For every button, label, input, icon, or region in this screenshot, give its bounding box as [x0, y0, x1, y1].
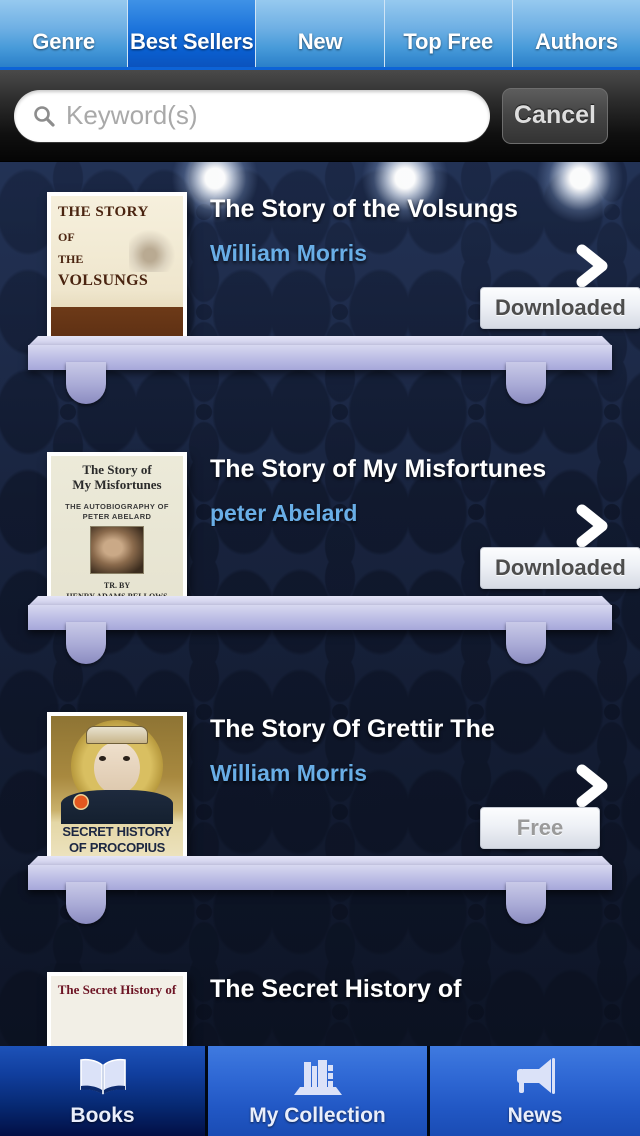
cover-crown-icon	[86, 726, 148, 744]
book-status-button[interactable]: Free	[480, 807, 600, 849]
tab-best-sellers-label: Best Sellers	[130, 29, 254, 54]
cover-line-1: The Secret History of	[57, 982, 177, 997]
search-icon	[32, 104, 56, 128]
chevron-right-icon[interactable]	[572, 504, 612, 548]
cover-line-2: THE AUTOBIOGRAPHY OF PETER ABELARD	[65, 502, 169, 522]
chevron-right-icon[interactable]	[572, 244, 612, 288]
search-input[interactable]	[66, 100, 490, 131]
book-cover[interactable]: The Secret History of	[47, 972, 187, 1046]
bottom-tab-news[interactable]: News	[430, 1046, 640, 1136]
book-row[interactable]: The Story of My Misfortunes THE AUTOBIOGR…	[0, 422, 640, 682]
book-status-button[interactable]: Downloaded	[480, 547, 640, 589]
book-title: The Story of the Volsungs	[210, 196, 518, 223]
cover-line-1: SECRET HISTORY	[62, 824, 172, 839]
book-title: The Story Of Grettir The	[210, 716, 495, 743]
cover-face-icon	[94, 742, 140, 794]
cover-brooch-icon	[73, 794, 89, 810]
book-cover[interactable]: SECRET HISTORY OF PROCOPIUS NEWLY TRANSL…	[47, 712, 187, 872]
book-list[interactable]: THE STORY OF THE VOLSUNGS The Story of t…	[0, 162, 640, 1046]
book-status-button[interactable]: Downloaded	[480, 287, 640, 329]
cover-line-2: OF	[58, 230, 75, 244]
bottom-tab-my-collection[interactable]: My Collection	[208, 1046, 430, 1136]
search-field[interactable]	[14, 89, 490, 142]
book-row[interactable]: THE STORY OF THE VOLSUNGS The Story of t…	[0, 162, 640, 422]
cover-line-1: The Story of My Misfortunes	[72, 462, 162, 492]
tab-top-free[interactable]: Top Free	[384, 0, 513, 67]
book-cover[interactable]: The Story of My Misfortunes THE AUTOBIOGR…	[47, 452, 187, 612]
book-author: William Morris	[210, 760, 367, 786]
cancel-button-label: Cancel	[514, 101, 596, 129]
book-cover[interactable]: THE STORY OF THE VOLSUNGS	[47, 192, 187, 352]
shelf-peg	[66, 622, 106, 664]
shelf-peg	[506, 362, 546, 404]
shelf-peg	[506, 882, 546, 924]
cover-art-procopius: SECRET HISTORY OF PROCOPIUS NEWLY TRANSL…	[51, 716, 183, 868]
tab-authors[interactable]: Authors	[512, 0, 640, 67]
tab-new[interactable]: New	[256, 0, 385, 67]
cover-line-3: THE	[58, 252, 84, 266]
shelf-peg	[506, 622, 546, 664]
cover-line-1: THE STORY	[58, 204, 149, 220]
book-row[interactable]: The Secret History of The Secret History…	[0, 942, 640, 1046]
bottom-tab-my-collection-label: My Collection	[249, 1104, 386, 1127]
bookshelf-icon	[292, 1054, 344, 1098]
cover-eye	[99, 756, 106, 761]
shelf-peg	[66, 362, 106, 404]
tab-genre[interactable]: Genre	[0, 0, 129, 67]
bottom-tab-news-label: News	[507, 1104, 563, 1127]
tab-new-label: New	[297, 29, 343, 54]
tab-genre-label: Genre	[32, 29, 95, 54]
cover-art-misfortunes: The Story of My Misfortunes THE AUTOBIOGR…	[51, 456, 183, 608]
book-row[interactable]: SECRET HISTORY OF PROCOPIUS NEWLY TRANSL…	[0, 682, 640, 942]
shelf-peg	[66, 882, 106, 924]
category-tab-bar: Genre Best Sellers New Top Free Authors	[0, 0, 640, 70]
tab-authors-label: Authors	[534, 29, 618, 54]
cover-eye	[123, 756, 130, 761]
chevron-right-icon[interactable]	[572, 764, 612, 808]
book-title: The Secret History of	[210, 976, 462, 1003]
megaphone-icon	[509, 1054, 561, 1098]
cover-line-4: VOLSUNGS	[58, 272, 149, 289]
cover-vignette-icon	[129, 230, 175, 272]
cover-art-secret: The Secret History of	[51, 976, 183, 1046]
cover-art-volsungs: THE STORY OF THE VOLSUNGS	[51, 196, 183, 348]
bottom-tab-books[interactable]: Books	[0, 1046, 208, 1136]
book-title: The Story of My Misfortunes	[210, 456, 547, 483]
tab-top-free-label: Top Free	[403, 29, 494, 54]
book-status-label: Downloaded	[495, 555, 626, 580]
cover-portrait-icon	[90, 526, 144, 574]
open-book-icon	[76, 1054, 130, 1098]
cover-line-2: OF PROCOPIUS	[68, 840, 166, 855]
tab-best-sellers[interactable]: Best Sellers	[128, 0, 257, 67]
cancel-button[interactable]: Cancel	[502, 87, 608, 144]
book-status-label: Downloaded	[495, 295, 626, 320]
book-status-label: Free	[516, 815, 564, 840]
app-root: Genre Best Sellers New Top Free Authors	[0, 0, 640, 1136]
bottom-tab-bar: Books My Collection News	[0, 1046, 640, 1136]
book-author: William Morris	[210, 240, 367, 266]
book-author: peter Abelard	[210, 500, 358, 526]
search-bar: Cancel	[0, 70, 640, 162]
bottom-tab-books-label: Books	[70, 1104, 135, 1127]
